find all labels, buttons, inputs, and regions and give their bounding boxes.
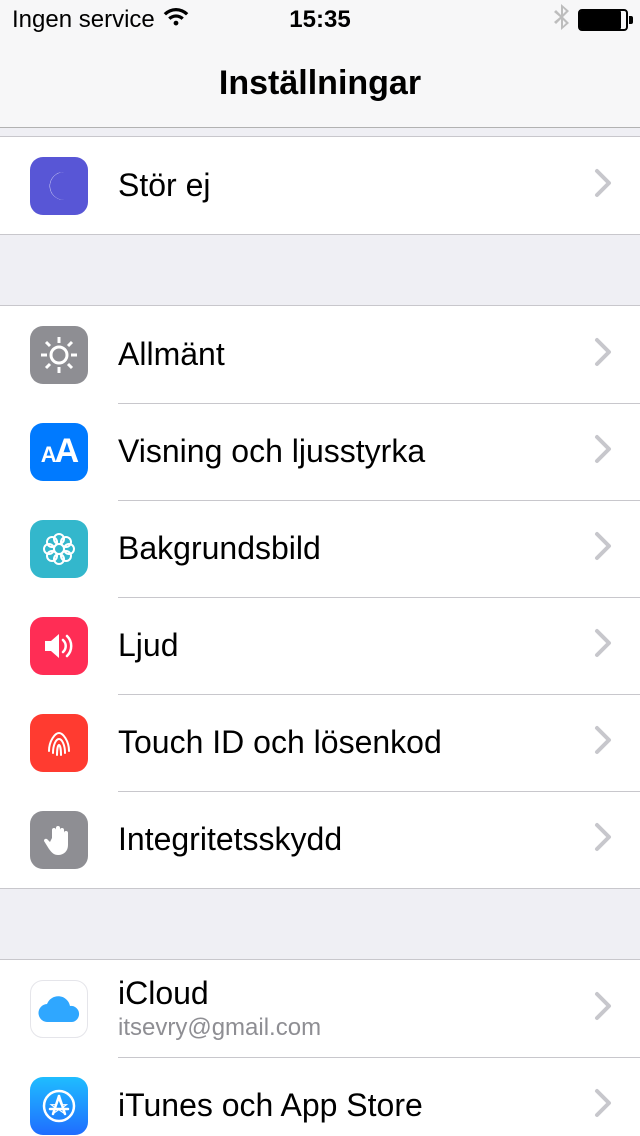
row-label: Bakgrundsbild [118, 530, 594, 567]
page-title: Inställningar [219, 64, 421, 103]
hand-icon [30, 811, 88, 869]
row-display-brightness[interactable]: AA Visning och ljusstyrka [0, 403, 640, 500]
row-label: Allmänt [118, 336, 594, 373]
chevron-right-icon [594, 725, 612, 760]
row-do-not-disturb[interactable]: Stör ej [0, 137, 640, 234]
group-general: Allmänt AA Visning och ljusstyrka Bakgru… [0, 305, 640, 889]
row-wallpaper[interactable]: Bakgrundsbild [0, 500, 640, 597]
chevron-right-icon [594, 628, 612, 663]
chevron-right-icon [594, 531, 612, 566]
fingerprint-icon [30, 714, 88, 772]
chevron-right-icon [594, 991, 612, 1026]
row-sounds[interactable]: Ljud [0, 597, 640, 694]
row-label: Integritetsskydd [118, 821, 594, 858]
row-privacy[interactable]: Integritetsskydd [0, 791, 640, 888]
chevron-right-icon [594, 168, 612, 203]
chevron-right-icon [594, 434, 612, 469]
row-icloud[interactable]: iCloud itsevry@gmail.com [0, 960, 640, 1057]
status-bar: Ingen service 15:35 [0, 0, 640, 40]
chevron-right-icon [594, 1088, 612, 1123]
flower-icon [30, 520, 88, 578]
row-label: Visning och ljusstyrka [118, 433, 594, 470]
row-touch-id-passcode[interactable]: Touch ID och lösenkod [0, 694, 640, 791]
row-general[interactable]: Allmänt [0, 306, 640, 403]
chevron-right-icon [594, 337, 612, 372]
wifi-icon [163, 6, 189, 34]
bluetooth-icon [554, 4, 570, 37]
row-label: iCloud [118, 975, 594, 1012]
battery-icon [578, 9, 628, 31]
chevron-right-icon [594, 822, 612, 857]
group-accounts: iCloud itsevry@gmail.com iTunes och App … [0, 959, 640, 1136]
appstore-icon [30, 1077, 88, 1135]
carrier-text: Ingen service [12, 6, 155, 34]
moon-icon [30, 157, 88, 215]
row-itunes-appstore[interactable]: iTunes och App Store [0, 1057, 640, 1136]
row-label: Touch ID och lösenkod [118, 724, 594, 761]
text-size-icon: AA [30, 423, 88, 481]
row-subtitle: itsevry@gmail.com [118, 1014, 594, 1042]
row-label: Ljud [118, 627, 594, 664]
row-label: Stör ej [118, 167, 594, 204]
group-dnd: Stör ej [0, 136, 640, 235]
cloud-icon [30, 980, 88, 1038]
nav-header: Inställningar [0, 40, 640, 128]
speaker-icon [30, 617, 88, 675]
row-label: iTunes och App Store [118, 1087, 594, 1124]
gear-icon [30, 326, 88, 384]
